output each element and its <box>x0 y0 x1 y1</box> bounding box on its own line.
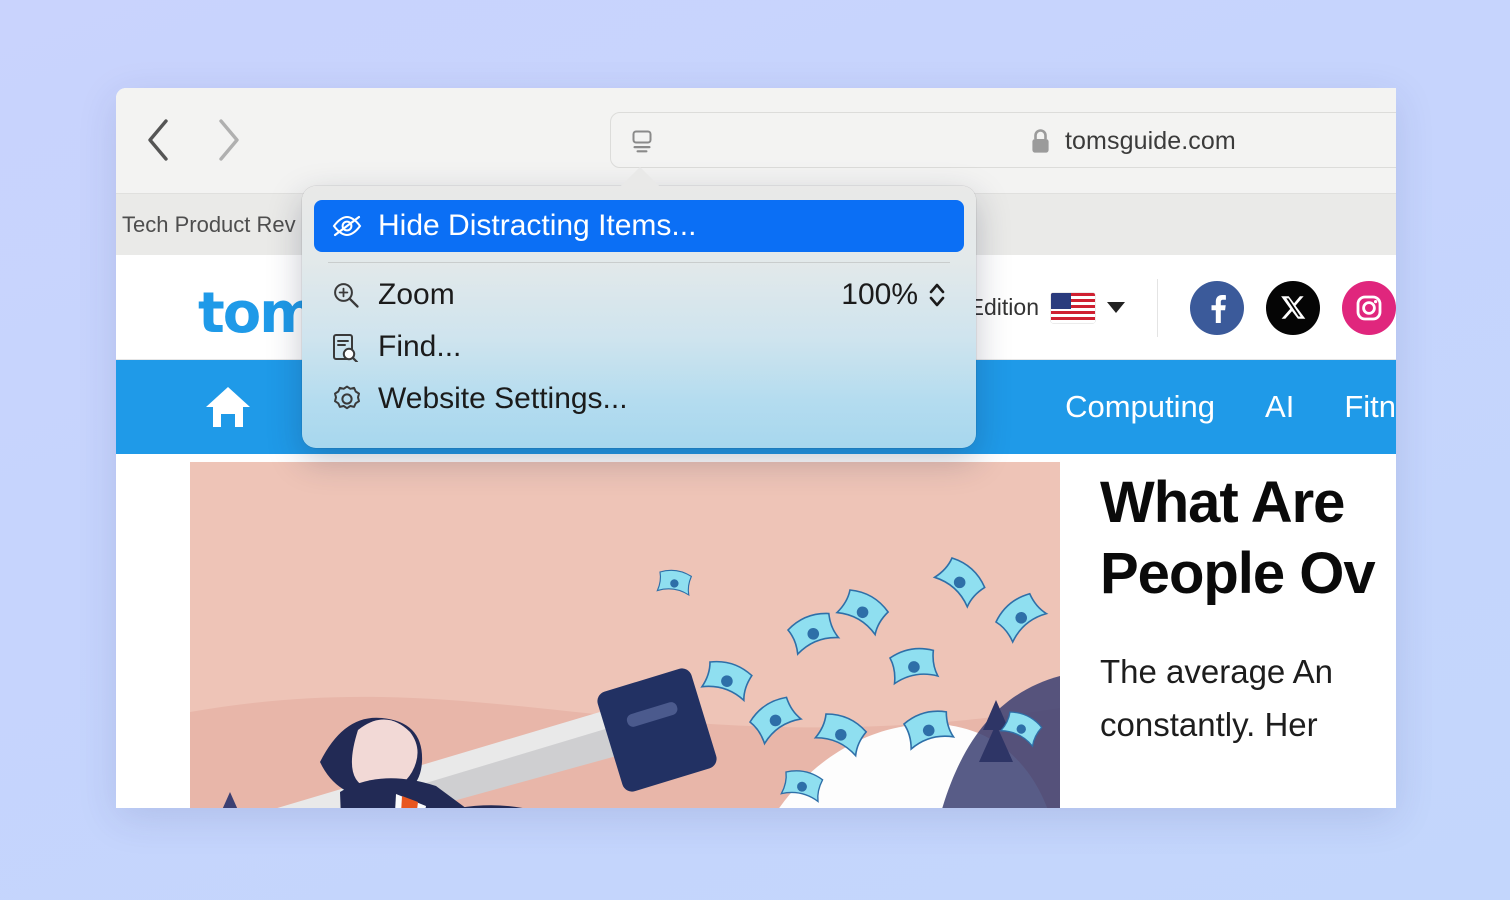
header-right-area: US Edition <box>930 255 1396 360</box>
menu-item-label: Find... <box>378 330 462 363</box>
article-headline-line1[interactable]: What Are <box>1100 468 1396 539</box>
article-teaser: What Are People Ov The average An consta… <box>1100 468 1396 749</box>
nav-links: Computing AI Fitn <box>1065 360 1396 454</box>
menu-item-website-settings[interactable]: Website Settings... <box>314 373 964 425</box>
reader-page-settings-icon <box>632 130 652 153</box>
instagram-icon[interactable] <box>1342 280 1396 335</box>
article-headline-line2[interactable]: People Ov <box>1100 539 1396 610</box>
menu-item-zoom[interactable]: Zoom 100% <box>314 269 964 321</box>
hero-illustration[interactable] <box>190 462 1060 808</box>
address-bar-wrapper: tomsguide.com <box>610 112 1396 168</box>
page-settings-button[interactable] <box>621 121 663 161</box>
menu-item-label: Hide Distracting Items... <box>378 209 697 242</box>
site-logo[interactable]: tom <box>198 281 318 346</box>
address-bar[interactable]: tomsguide.com <box>610 112 1396 168</box>
facebook-icon[interactable] <box>1190 280 1244 335</box>
url-display[interactable]: tomsguide.com <box>1029 113 1236 169</box>
article-standfirst-line2: constantly. Her <box>1100 706 1318 744</box>
forward-button[interactable] <box>212 116 244 164</box>
menu-item-hide-distracting-items[interactable]: Hide Distracting Items... <box>314 200 964 252</box>
browser-toolbar: tomsguide.com <box>116 88 1396 193</box>
navigation-buttons <box>142 116 244 164</box>
nav-link-fitness[interactable]: Fitn <box>1344 389 1396 425</box>
menu-item-label: Zoom <box>378 278 455 311</box>
menu-item-label: Website Settings... <box>378 382 628 415</box>
nav-link-ai[interactable]: AI <box>1265 389 1294 425</box>
url-text: tomsguide.com <box>1065 126 1236 155</box>
page-settings-popover: Hide Distracting Items... Zoom 100% Find… <box>302 167 976 448</box>
chevron-down-icon <box>1107 302 1125 313</box>
article-standfirst-line1: The average An <box>1100 652 1333 690</box>
nav-link-computing[interactable]: Computing <box>1065 389 1215 425</box>
us-flag-icon <box>1051 292 1095 323</box>
home-icon[interactable] <box>204 384 252 435</box>
eye-slash-icon <box>332 215 378 237</box>
find-page-icon <box>332 332 378 362</box>
stepper-chevrons-icon[interactable] <box>928 281 946 309</box>
zoom-stepper[interactable]: 100% <box>841 278 946 312</box>
zoom-value: 100% <box>841 278 918 311</box>
page-content: What Are People Ov The average An consta… <box>116 454 1396 808</box>
social-links <box>1158 280 1396 335</box>
browser-tab[interactable]: Tech Product Rev <box>116 194 323 255</box>
x-twitter-icon[interactable] <box>1266 280 1320 335</box>
menu-separator <box>328 262 950 263</box>
menu-item-find[interactable]: Find... <box>314 321 964 373</box>
zoom-in-icon <box>332 281 378 309</box>
gear-icon <box>332 384 378 414</box>
back-button[interactable] <box>142 116 174 164</box>
lock-icon <box>1032 128 1049 153</box>
